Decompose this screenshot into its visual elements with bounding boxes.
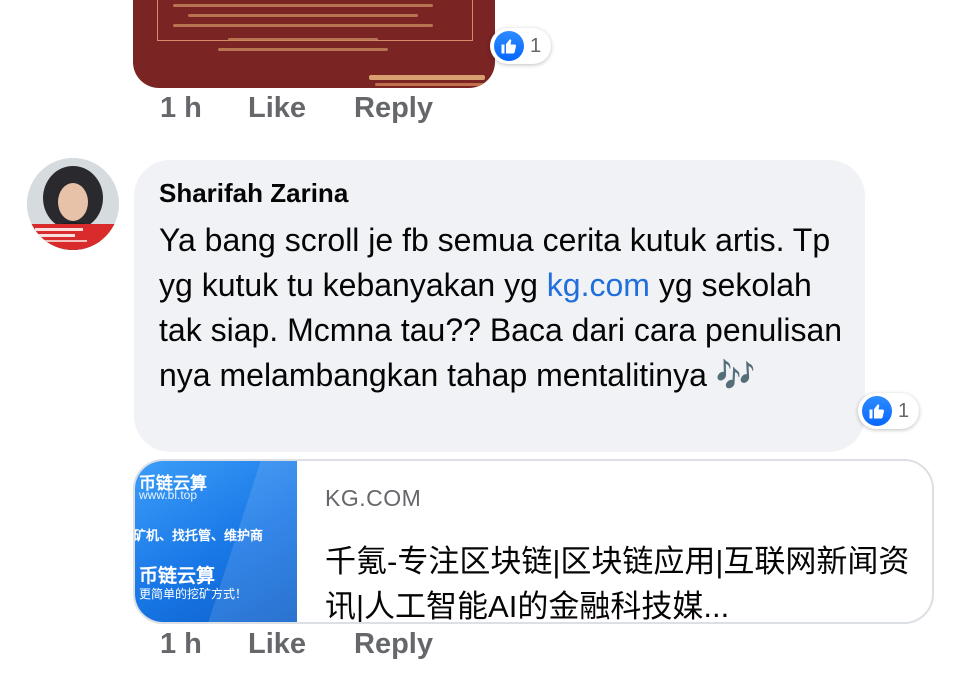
image-footer-text (369, 75, 485, 80)
reaction-count: 1 (898, 399, 910, 422)
thumbnail-slogan: 矿机、找托管、维护商 (135, 528, 264, 543)
like-icon (494, 31, 524, 61)
image-text-line (173, 24, 433, 27)
thumbnail-brand-secondary: 币链云算 (139, 566, 216, 587)
reaction-count: 1 (530, 34, 542, 57)
comment-link[interactable]: kg.com (547, 267, 650, 303)
link-preview-card[interactable]: 币链云算 www.bl.top 矿机、找托管、维护商 币链云算 更简单的挖矿方式… (133, 459, 934, 624)
reply-button[interactable]: Reply (354, 92, 433, 125)
link-title: 千氪-专注区块链|区块链应用|互联网新闻资讯|人工智能AI的金融科技媒... (325, 544, 910, 624)
thumbnail-url: www.bl.top (139, 488, 198, 502)
like-button[interactable]: Like (248, 92, 354, 125)
reaction-badge[interactable]: 1 (490, 28, 552, 64)
image-text-line (173, 4, 433, 7)
timestamp[interactable]: 1 h (160, 92, 248, 125)
avatar[interactable] (27, 158, 119, 250)
thumbnail-tagline: 更简单的挖矿方式！ (139, 587, 248, 601)
attached-image[interactable] (133, 0, 495, 88)
like-icon (862, 396, 892, 426)
reply-button[interactable]: Reply (354, 628, 433, 661)
author-name[interactable]: Sharifah Zarina (159, 178, 348, 209)
link-thumbnail: 币链云算 www.bl.top 矿机、找托管、维护商 币链云算 更简单的挖矿方式… (135, 461, 297, 622)
reaction-badge[interactable]: 1 (858, 393, 920, 429)
image-text-line (228, 38, 378, 41)
link-domain: KG.COM (325, 485, 422, 511)
comment-text: Ya bang scroll je fb semua cerita kutuk … (159, 218, 849, 398)
image-footer-text (375, 83, 485, 86)
comment-bubble: Sharifah Zarina Ya bang scroll je fb sem… (134, 160, 865, 452)
music-notes-emoji: 🎶 (715, 357, 756, 393)
like-button[interactable]: Like (248, 628, 354, 661)
timestamp[interactable]: 1 h (160, 628, 248, 661)
comment-actions: 1 h Like Reply (160, 628, 433, 661)
comment-actions: 1 h Like Reply (160, 92, 433, 125)
image-text-line (188, 14, 418, 17)
image-text-line (218, 48, 388, 51)
avatar-photo (27, 158, 119, 250)
